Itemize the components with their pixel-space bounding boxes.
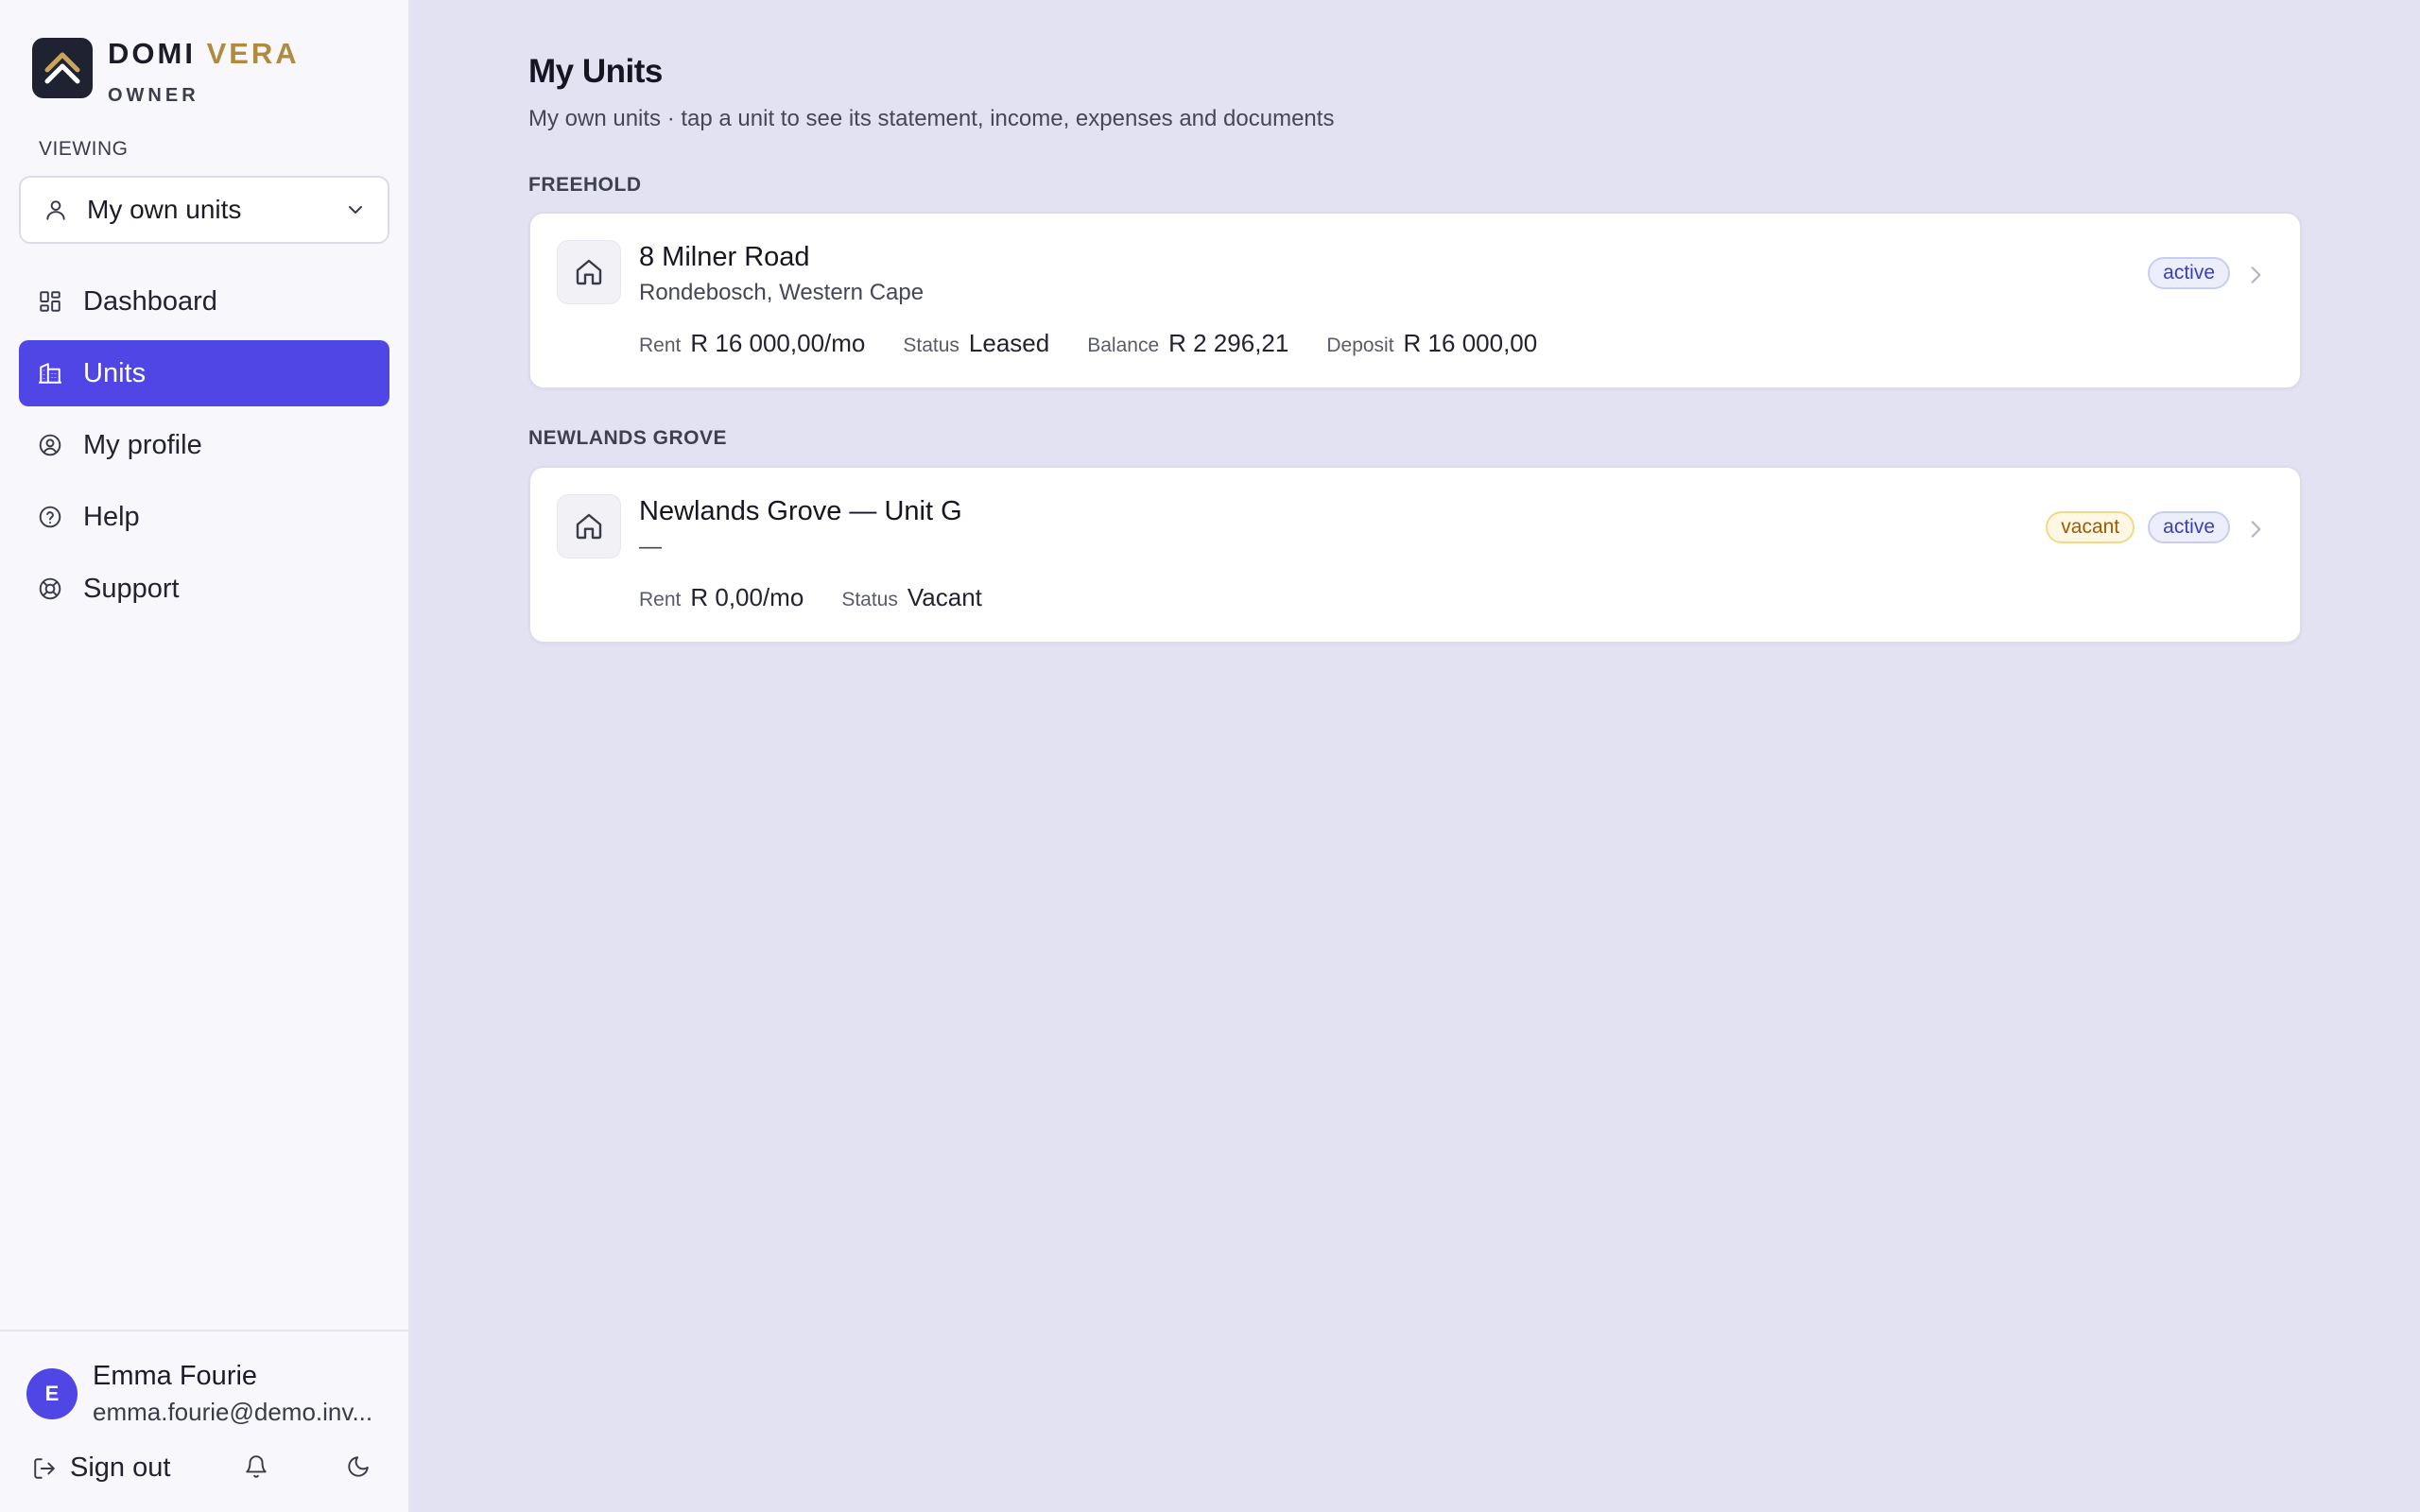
viewing-select-value: My own units xyxy=(87,195,242,224)
sidebar-item-label: Dashboard xyxy=(83,285,217,317)
status-badge: active xyxy=(2148,257,2230,289)
unit-subtitle: — xyxy=(639,534,662,559)
metric-label: Rent xyxy=(639,589,682,610)
sidebar-nav: Dashboard Units My profile Help Support xyxy=(19,268,389,627)
unit-subtitle: Rondebosch, Western Cape xyxy=(639,280,925,305)
building-icon xyxy=(39,363,61,384)
metric-deposit: Deposit R 16 000,00 xyxy=(1326,329,1537,358)
metric-value: R 16 000,00/mo xyxy=(690,329,866,357)
brand-logo-icon xyxy=(32,38,93,98)
notifications-button[interactable] xyxy=(244,1454,268,1484)
user-card[interactable]: E Emma Fourie emma.fourie@demo.inv... xyxy=(26,1360,372,1428)
metric-status: Status Vacant xyxy=(841,583,982,612)
group-label-freehold: FREEHOLD xyxy=(528,174,642,196)
unit-badges: vacant active xyxy=(2032,511,2230,543)
metric-rent: Rent R 16 000,00/mo xyxy=(639,329,865,358)
sidebar-item-label: Units xyxy=(83,357,147,388)
unit-metrics: Rent R 0,00/mo Status Vacant xyxy=(639,583,1020,612)
chevron-down-icon xyxy=(349,206,362,214)
sidebar-item-units[interactable]: Units xyxy=(19,340,389,406)
user-circle-icon xyxy=(39,434,61,456)
brand-name-part2: VERA xyxy=(206,37,300,70)
user-email: emma.fourie@demo.inv... xyxy=(93,1398,373,1426)
metric-label: Deposit xyxy=(1326,335,1394,356)
unit-title: 8 Milner Road xyxy=(639,242,810,272)
status-badge: active xyxy=(2148,511,2230,543)
sidebar-item-help[interactable]: Help xyxy=(19,484,389,550)
bell-icon xyxy=(246,1455,267,1478)
dashboard-icon xyxy=(40,291,60,312)
metric-value: R 0,00/mo xyxy=(690,583,804,611)
viewing-select[interactable]: My own units xyxy=(19,176,389,244)
sign-out-label: Sign out xyxy=(70,1452,171,1483)
unit-card[interactable]: 8 Milner Road Rondebosch, Western Cape R… xyxy=(528,212,2302,389)
theme-toggle-button[interactable] xyxy=(346,1454,371,1484)
avatar: E xyxy=(26,1368,78,1419)
metric-status: Status Leased xyxy=(903,329,1049,358)
group-label-newlands-grove: NEWLANDS GROVE xyxy=(528,427,728,449)
metric-label: Status xyxy=(903,335,959,356)
metric-label: Status xyxy=(841,589,898,610)
home-icon xyxy=(557,494,621,558)
brand-name: DOMI VERA xyxy=(108,38,300,70)
metric-value: Leased xyxy=(968,329,1050,357)
unit-card[interactable]: Newlands Grove — Unit G — Rent R 0,00/mo… xyxy=(528,466,2302,644)
sidebar-item-label: Support xyxy=(83,573,180,604)
sidebar-item-dashboard[interactable]: Dashboard xyxy=(19,268,389,335)
home-icon xyxy=(557,240,621,304)
person-icon xyxy=(46,200,65,220)
metric-balance: Balance R 2 296,21 xyxy=(1087,329,1288,358)
metric-value: Vacant xyxy=(907,583,982,611)
sidebar-item-label: Help xyxy=(83,501,140,532)
moon-icon xyxy=(348,1456,369,1477)
sidebar-footer: E Emma Fourie emma.fourie@demo.inv... Si… xyxy=(0,1330,410,1512)
user-name: Emma Fourie xyxy=(93,1361,258,1391)
sidebar-item-my-profile[interactable]: My profile xyxy=(19,412,389,478)
sign-out-icon xyxy=(34,1457,55,1479)
main-content: My Units My own units · tap a unit to se… xyxy=(410,0,2420,1512)
page-subtitle: My own units · tap a unit to see its sta… xyxy=(528,106,1335,131)
chevron-right-icon xyxy=(2251,521,2261,538)
sidebar: DOMI VERA OWNER VIEWING My own units Das… xyxy=(0,0,410,1512)
metric-value: R 16 000,00 xyxy=(1403,329,1538,357)
help-circle-icon xyxy=(39,506,61,528)
metric-label: Rent xyxy=(639,335,682,356)
sidebar-item-support[interactable]: Support xyxy=(19,556,389,622)
sidebar-item-label: My profile xyxy=(83,429,202,460)
brand-name-part1: DOMI xyxy=(108,37,196,70)
lifebuoy-icon xyxy=(39,577,61,600)
unit-badges: active xyxy=(2135,257,2230,289)
unit-metrics: Rent R 16 000,00/mo Status Leased Balanc… xyxy=(639,329,1575,358)
page-title: My Units xyxy=(528,53,663,90)
sign-out-button[interactable]: Sign out xyxy=(32,1452,170,1484)
chevron-right-icon xyxy=(2251,266,2261,284)
metric-rent: Rent R 0,00/mo xyxy=(639,583,804,612)
metric-value: R 2 296,21 xyxy=(1168,329,1289,357)
brand-role: OWNER xyxy=(108,85,199,106)
viewing-label: VIEWING xyxy=(39,138,129,160)
brand[interactable]: DOMI VERA OWNER xyxy=(32,38,300,107)
unit-title: Newlands Grove — Unit G xyxy=(639,496,962,526)
metric-label: Balance xyxy=(1087,335,1160,356)
status-badge: vacant xyxy=(2046,511,2135,543)
